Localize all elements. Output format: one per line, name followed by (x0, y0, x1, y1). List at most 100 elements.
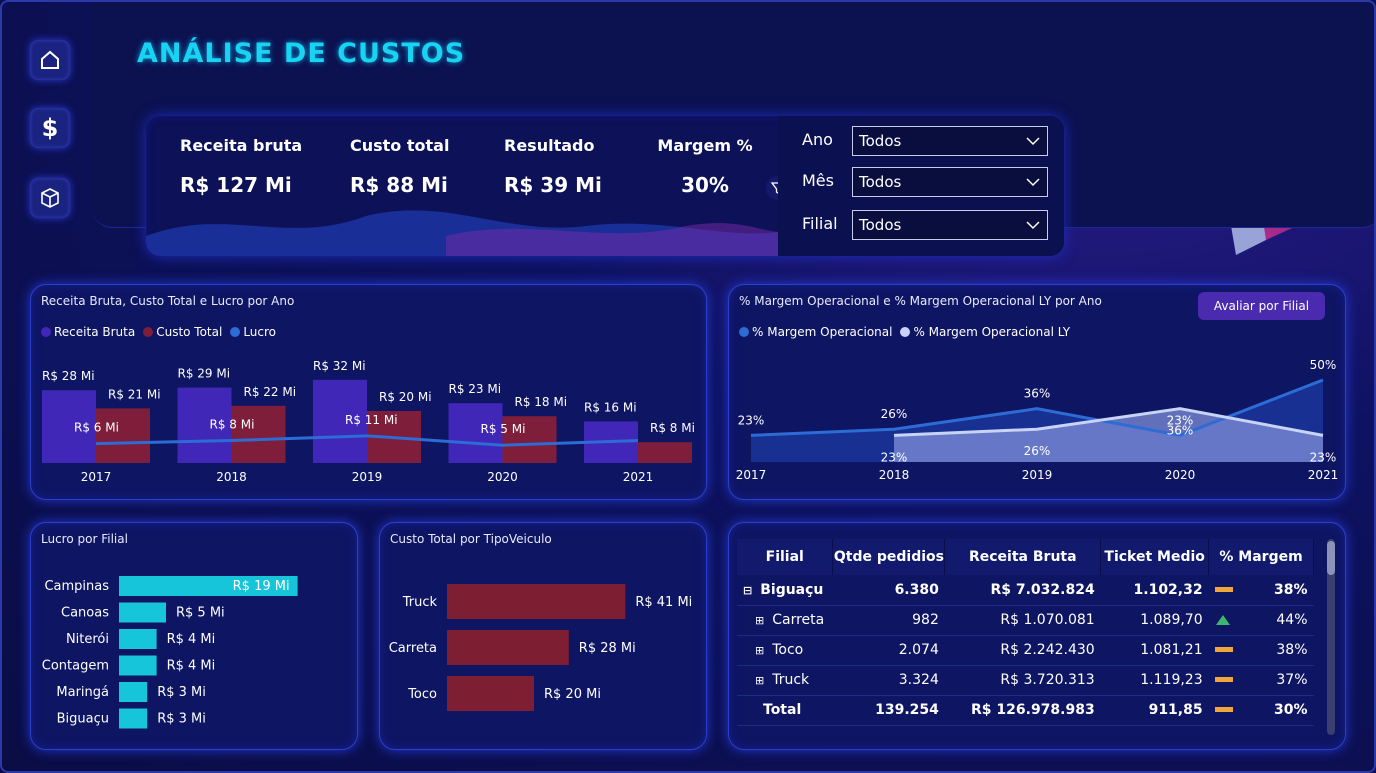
x-tick-label: 2021 (1308, 468, 1339, 482)
kpi-value: R$ 127 Mi (180, 173, 292, 197)
filial-name: Toco (772, 642, 804, 658)
filter-area: Ano Todos Mês Todos Filial Todos (778, 116, 1064, 256)
category-label: Toco (407, 687, 437, 702)
lucro-label: R$ 11 Mi (345, 413, 398, 427)
chart-title: Lucro por Filial (41, 532, 128, 546)
lucro-label: R$ 6 Mi (74, 421, 119, 435)
category-label: Contagem (42, 659, 109, 674)
value-label: R$ 41 Mi (635, 595, 692, 610)
legend-item-margem[interactable]: % Margem Operacional (739, 325, 892, 339)
custo-bar (96, 408, 150, 463)
ano-select[interactable]: Todos (852, 126, 1048, 156)
box-button[interactable] (30, 178, 70, 218)
value-label: R$ 4 Mi (167, 659, 216, 674)
x-tick-label: 2020 (487, 470, 518, 484)
margem-cell: 44% (1208, 605, 1314, 636)
table-row[interactable]: ⊞ Toco 2.074 R$ 2.242.430 1.081,21 38% (737, 635, 1314, 666)
custo-label: R$ 18 Mi (515, 395, 568, 409)
column-header[interactable]: % Margem (1208, 539, 1314, 575)
custo-label: R$ 8 Mi (650, 421, 695, 435)
kpi-value: R$ 88 Mi (350, 173, 448, 197)
custo-label: R$ 20 Mi (379, 390, 432, 404)
kpi-label: Receita bruta (180, 136, 303, 155)
value-label: R$ 20 Mi (544, 687, 601, 702)
filial-table: Filial Qtde pedidios Receita Bruta Ticke… (737, 539, 1314, 726)
column-header[interactable]: Qtde pedidios (832, 539, 946, 575)
lucro-filial-bar (119, 708, 148, 729)
margem-card: % Margem Operacional e % Margem Operacio… (728, 284, 1346, 500)
margem-value: 38% (1276, 642, 1308, 658)
custo-veiculo-bar (447, 676, 534, 711)
filter-label: Mês (802, 171, 834, 190)
column-header[interactable]: Ticket Medio (1100, 539, 1210, 575)
select-value: Todos (859, 173, 902, 191)
table-row[interactable]: ⊞ Truck 3.324 R$ 3.720.313 1.119,23 37% (737, 665, 1314, 696)
margem-label: 50% (1310, 358, 1337, 372)
box-icon (41, 188, 59, 208)
custo-bar (638, 442, 692, 463)
legend-item-receita[interactable]: Receita Bruta (41, 325, 135, 339)
filial-name: Truck (772, 672, 810, 688)
receita-label: R$ 32 Mi (313, 359, 366, 373)
page-title: ANÁLISE DE CUSTOS (137, 38, 466, 69)
filial-cell: ⊟ Biguaçu (737, 575, 833, 606)
column-header[interactable]: Receita Bruta (944, 539, 1102, 575)
category-label: Truck (402, 595, 438, 610)
table-row[interactable]: ⊞ Carreta 982 R$ 1.070.081 1.089,70 44% (737, 605, 1314, 636)
margem-chart: 23% 26%36%23%50%23% 26%36%23%2017 2018 2019 2… (736, 358, 1339, 482)
kpi-label: Margem % (657, 136, 753, 155)
column-header[interactable]: Filial (737, 539, 834, 575)
legend-item-margem-ly[interactable]: % Margem Operacional LY (900, 325, 1070, 339)
margem-value: 38% (1273, 581, 1308, 598)
lucro-filial-bar (119, 682, 148, 702)
kpi-label: Custo total (350, 136, 450, 155)
scrollbar-thumb[interactable] (1327, 541, 1335, 575)
total-row: Total 139.254 R$ 126.978.983 911,85 30% (737, 695, 1314, 726)
avaliar-por-filial-button[interactable]: Avaliar por Filial (1198, 292, 1325, 320)
legend-label: % Margem Operacional (752, 325, 893, 339)
kpi-custo: Custo total R$ 88 Mi (350, 136, 449, 197)
receita-label: R$ 29 Mi (178, 367, 231, 381)
filial-cell: ⊞ Truck (737, 665, 833, 696)
filial-select[interactable]: Todos (852, 210, 1048, 240)
trend-flat-icon (1214, 647, 1233, 652)
x-tick-label: 2019 (1022, 468, 1053, 482)
chevron-down-icon (1026, 221, 1040, 230)
lucro-filial-bar (119, 602, 166, 623)
custo-veiculo-card: Custo Total por TipoVeiculo Truck R$ 41 M… (379, 522, 707, 750)
value-label: R$ 19 Mi (233, 579, 290, 594)
table-scrollbar[interactable] (1327, 539, 1335, 735)
margem-value: 37% (1276, 672, 1308, 688)
value-label: R$ 3 Mi (157, 712, 206, 727)
receita-cell: R$ 126.978.983 (944, 695, 1101, 726)
expand-toggle[interactable]: ⊞ (755, 644, 764, 657)
qtde-cell: 139.254 (832, 695, 945, 726)
table-row[interactable]: ⊟ Biguaçu 6.380 R$ 7.032.824 1.102,32 38% (737, 575, 1314, 606)
legend-item-lucro[interactable]: Lucro (230, 325, 276, 339)
x-tick-label: 2017 (81, 470, 112, 484)
expand-toggle[interactable]: ⊞ (755, 614, 764, 627)
dollar-button[interactable]: $ (30, 108, 70, 148)
home-button[interactable] (30, 40, 70, 80)
kpi-panel: Receita bruta R$ 127 Mi Custo total R$ 8… (146, 116, 1064, 256)
receita-label: R$ 28 Mi (42, 369, 95, 383)
qtde-cell: 3.324 (832, 665, 945, 696)
trend-flat-icon (1214, 707, 1233, 712)
margem-ly-label: 26% (1024, 444, 1051, 458)
expand-toggle[interactable]: ⊞ (755, 674, 764, 687)
receita-cell: R$ 2.242.430 (944, 635, 1101, 666)
legend-item-custo[interactable]: Custo Total (143, 325, 222, 339)
x-tick-label: 2019 (352, 470, 383, 484)
qtde-cell: 982 (832, 605, 945, 636)
margem-cell: 30% (1208, 695, 1314, 726)
filial-cell: ⊞ Carreta (737, 605, 833, 636)
filter-ano: Ano Todos (802, 126, 1052, 156)
margem-label: 23% (738, 413, 765, 427)
custo-bar (231, 405, 286, 463)
margem-value: 30% (1273, 702, 1308, 718)
legend-label: Receita Bruta (54, 325, 136, 339)
filter-label: Ano (802, 130, 833, 149)
expand-toggle[interactable]: ⊟ (743, 584, 752, 597)
mes-select[interactable]: Todos (852, 167, 1048, 197)
x-tick-label: 2017 (736, 468, 767, 482)
